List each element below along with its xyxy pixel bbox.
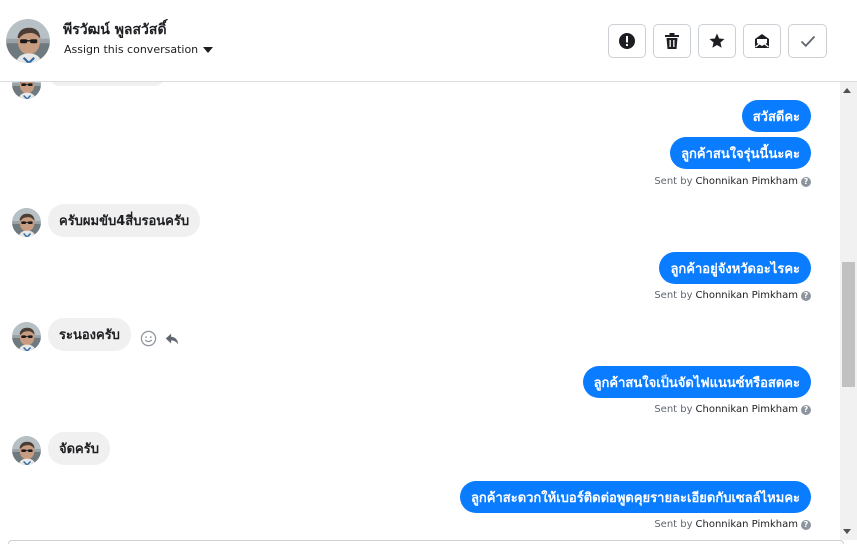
star-icon bbox=[709, 33, 725, 48]
message-bubble-incoming[interactable]: ระนองครับ bbox=[48, 318, 131, 351]
message-bubble-outgoing[interactable]: ลูกค้าสนใจรุ่นนี้นะคะ bbox=[670, 137, 811, 169]
mark-done-button[interactable] bbox=[788, 24, 827, 58]
agent-name: Chonnikan Pimkham bbox=[695, 404, 798, 415]
assign-label: Assign this conversation bbox=[64, 43, 199, 56]
sent-by-prefix: Sent by bbox=[654, 519, 693, 530]
help-icon[interactable]: ? bbox=[801, 176, 811, 187]
sent-by-label: Sent by Chonnikan Pimkham ? bbox=[654, 290, 811, 301]
message-bubble-incoming bbox=[48, 82, 166, 86]
message-thread[interactable]: สวัสดีคะ ลูกค้าสนใจรุ่นนี้นะคะ Sent by C… bbox=[0, 82, 840, 540]
envelope-icon bbox=[755, 34, 769, 48]
exclamation-icon bbox=[619, 33, 635, 49]
message-tools bbox=[140, 330, 180, 347]
smiley-icon[interactable] bbox=[140, 330, 157, 347]
sent-by-label: Sent by Chonnikan Pimkham ? bbox=[654, 176, 811, 187]
sent-by-prefix: Sent by bbox=[654, 404, 693, 415]
agent-name: Chonnikan Pimkham bbox=[695, 176, 798, 187]
sent-by-prefix: Sent by bbox=[654, 290, 693, 301]
conversation-header: พีรวัฒน์ พูลสวัสดิ์ Assign this conversa… bbox=[0, 0, 857, 82]
sent-by-prefix: Sent by bbox=[654, 176, 693, 187]
help-icon[interactable]: ? bbox=[801, 290, 811, 301]
conversation-actions bbox=[608, 24, 827, 58]
star-button[interactable] bbox=[698, 24, 736, 58]
message-bubble-incoming[interactable]: จัดครับ bbox=[48, 432, 110, 465]
caret-down-icon bbox=[203, 47, 214, 53]
sent-by-label: Sent by Chonnikan Pimkham ? bbox=[654, 404, 811, 415]
contact-name[interactable]: พีรวัฒน์ พูลสวัสดิ์ bbox=[63, 19, 167, 41]
scrollbar[interactable] bbox=[840, 82, 857, 540]
delete-button[interactable] bbox=[653, 24, 691, 58]
mark-unread-button[interactable] bbox=[743, 24, 781, 58]
scroll-down-arrow-icon[interactable] bbox=[843, 529, 851, 534]
assign-conversation-dropdown[interactable]: Assign this conversation bbox=[64, 43, 214, 56]
help-icon[interactable]: ? bbox=[801, 404, 811, 415]
conversation-view: พีรวัฒน์ พูลสวัสดิ์ Assign this conversa… bbox=[0, 0, 857, 544]
contact-avatar bbox=[12, 82, 41, 99]
scroll-up-arrow-icon[interactable] bbox=[843, 88, 851, 93]
scrollbar-thumb[interactable] bbox=[842, 262, 855, 387]
message-bubble-outgoing[interactable]: ลูกค้าสะดวกให้เบอร์ติดต่อพูดคุยรายละเอีย… bbox=[459, 481, 811, 513]
reply-icon[interactable] bbox=[164, 331, 180, 347]
message-bubble-outgoing[interactable]: ลูกค้าสนใจเป็นจัดไฟแนนซ์หรือสดคะ bbox=[582, 366, 811, 398]
sent-by-label: Sent by Chonnikan Pimkham ? bbox=[654, 519, 811, 530]
mark-spam-button[interactable] bbox=[608, 24, 646, 58]
message-bubble-incoming[interactable]: ครับผมขับ4สี่บรอนครับ bbox=[48, 204, 201, 237]
contact-avatar[interactable] bbox=[12, 322, 41, 351]
agent-name: Chonnikan Pimkham bbox=[695, 290, 798, 301]
message-bubble-outgoing[interactable]: ลูกค้าอยู่จังหวัดอะไรคะ bbox=[659, 252, 811, 284]
message-bubble-outgoing[interactable]: สวัสดีคะ bbox=[741, 100, 811, 132]
check-icon bbox=[800, 35, 815, 48]
trash-icon bbox=[665, 33, 679, 49]
agent-name: Chonnikan Pimkham bbox=[695, 519, 798, 530]
message-composer[interactable] bbox=[8, 540, 844, 544]
contact-avatar[interactable] bbox=[12, 436, 41, 465]
contact-avatar[interactable] bbox=[12, 208, 41, 237]
contact-avatar[interactable] bbox=[6, 19, 50, 63]
help-icon[interactable]: ? bbox=[801, 519, 811, 530]
